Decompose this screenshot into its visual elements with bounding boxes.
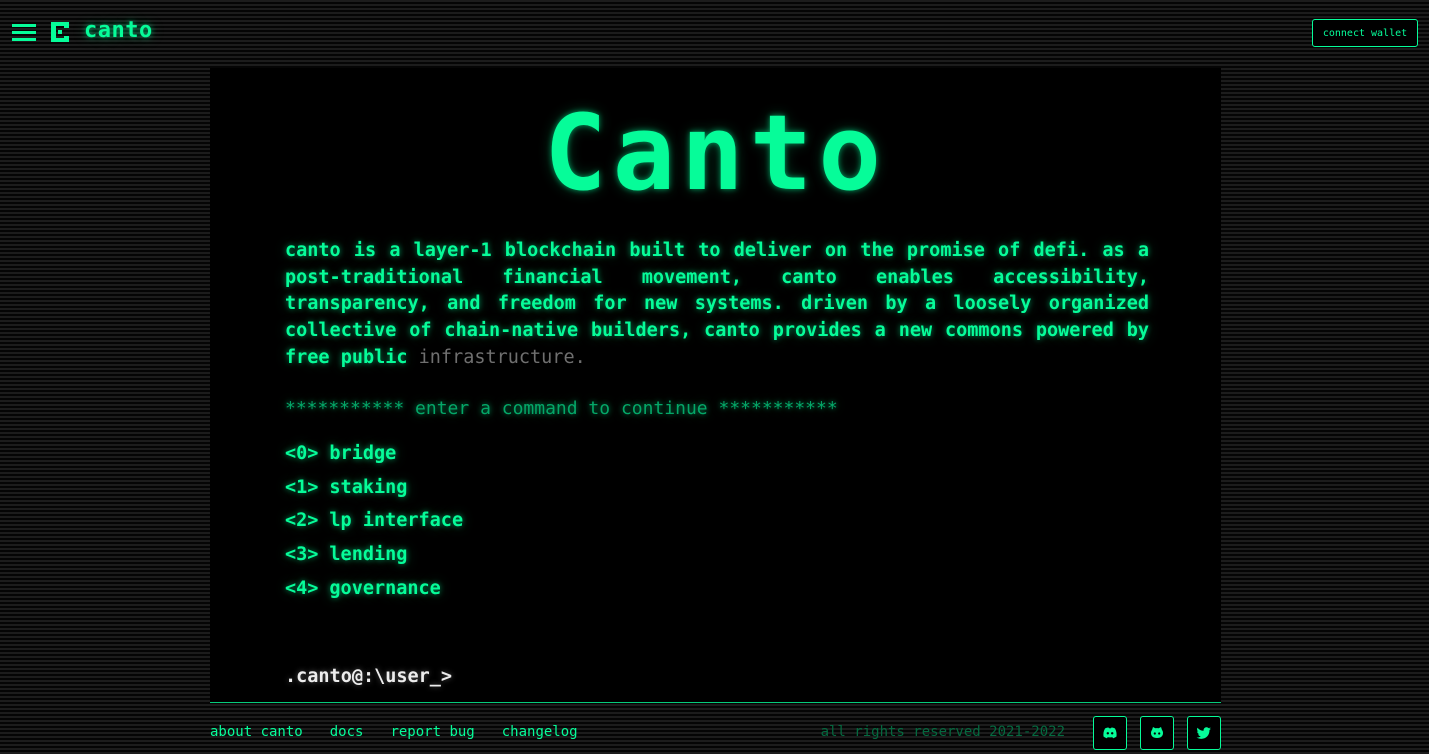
main-panel: Canto canto is a layer-1 blockchain buil… <box>210 68 1221 702</box>
discord-button[interactable] <box>1093 716 1127 750</box>
menu-item-lending[interactable]: <3> lending <box>285 544 463 578</box>
hero-title: Canto <box>543 92 888 214</box>
twitter-icon <box>1196 727 1211 739</box>
brand-name[interactable]: canto <box>84 18 153 43</box>
intro-paragraph: canto is a layer-1 blockchain built to d… <box>285 238 1149 372</box>
footer-link-report-bug[interactable]: report bug <box>390 724 474 740</box>
footer-divider <box>210 702 1221 703</box>
command-prompt-banner: *********** enter a command to continue … <box>285 398 838 419</box>
menu-label: governance <box>329 577 441 599</box>
menu-item-lp-interface[interactable]: <2> lp interface <box>285 510 463 544</box>
github-icon <box>1151 727 1163 738</box>
footer-nav: about canto docs report bug changelog <box>210 724 578 740</box>
copyright-text: all rights reserved 2021-2022 <box>820 724 1065 740</box>
hamburger-menu-icon[interactable] <box>12 22 36 42</box>
menu-item-staking[interactable]: <1> staking <box>285 477 463 511</box>
command-menu: <0> bridge <1> staking <2> lp interface <3>… <box>285 443 463 611</box>
canto-logo-icon[interactable] <box>48 20 72 44</box>
menu-key: <2> <box>285 510 319 532</box>
menu-item-bridge[interactable]: <0> bridge <box>285 443 463 477</box>
menu-item-governance[interactable]: <4> governance <box>285 578 463 612</box>
menu-key: <1> <box>285 476 319 498</box>
menu-label: lending <box>329 544 408 566</box>
footer-link-docs[interactable]: docs <box>330 724 364 740</box>
menu-key: <4> <box>285 577 319 599</box>
intro-text-dim: infrastructure. <box>418 346 586 368</box>
menu-key: <0> <box>285 443 319 464</box>
intro-text: canto is a layer-1 blockchain built to d… <box>285 240 1149 368</box>
menu-label: staking <box>329 476 408 498</box>
top-bar: canto connect wallet <box>0 0 1429 64</box>
github-button[interactable] <box>1140 716 1174 750</box>
footer-link-changelog[interactable]: changelog <box>502 724 578 740</box>
menu-key: <3> <box>285 544 319 566</box>
menu-label: bridge <box>329 443 397 464</box>
discord-icon <box>1103 727 1117 739</box>
footer-link-about[interactable]: about canto <box>210 724 303 740</box>
cli-prompt[interactable]: .canto@:\user_> <box>285 666 452 687</box>
twitter-button[interactable] <box>1187 716 1221 750</box>
connect-wallet-button[interactable]: connect wallet <box>1312 19 1418 47</box>
menu-label: lp interface <box>329 510 464 532</box>
